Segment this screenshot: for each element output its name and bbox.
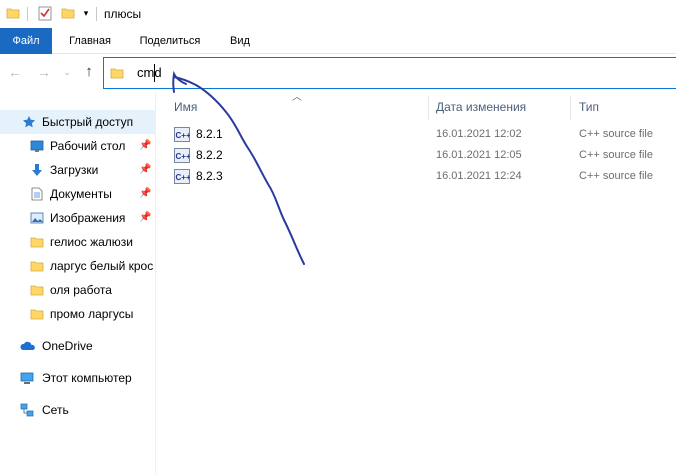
column-divider[interactable] bbox=[570, 96, 571, 120]
sidebar-item-label: Загрузки bbox=[50, 163, 99, 177]
folder-icon bbox=[30, 237, 44, 248]
back-arrow-icon[interactable]: ← bbox=[7, 64, 23, 80]
cloud-icon bbox=[20, 341, 35, 350]
tab-view[interactable]: Вид bbox=[220, 28, 260, 54]
folder-icon bbox=[30, 309, 44, 320]
folder-icon bbox=[30, 285, 44, 296]
star-icon bbox=[23, 116, 35, 128]
column-header-name[interactable]: Имя bbox=[174, 96, 197, 118]
navigation-bar: ← → ⌄ ↑ cmd bbox=[0, 54, 676, 92]
sidebar-item-label: Этот компьютер bbox=[42, 371, 132, 385]
tab-file[interactable]: Файл bbox=[0, 28, 52, 54]
sidebar-item-label: Рабочий стол bbox=[50, 139, 126, 153]
desktop-icon bbox=[30, 140, 44, 152]
tab-share[interactable]: Поделиться bbox=[130, 28, 210, 54]
sidebar-item-this-pc[interactable]: Этот компьютер bbox=[0, 366, 156, 390]
pictures-icon bbox=[30, 212, 44, 224]
sidebar-item-label: гелиос жалюзи bbox=[50, 235, 134, 249]
recent-locations-chevron-icon[interactable]: ⌄ bbox=[62, 64, 72, 80]
file-date: 16.01.2021 12:24 bbox=[436, 170, 522, 182]
file-date: 16.01.2021 12:05 bbox=[436, 149, 522, 161]
file-name: 8.2.2 bbox=[196, 148, 223, 162]
pin-icon[interactable]: 📌 bbox=[139, 134, 151, 158]
pin-icon[interactable]: 📌 bbox=[139, 158, 151, 182]
file-name: 8.2.1 bbox=[196, 127, 223, 141]
svg-text:C++: C++ bbox=[176, 131, 191, 140]
pin-icon[interactable]: 📌 bbox=[139, 182, 151, 206]
file-type: C++ source file bbox=[579, 128, 653, 140]
sort-chevron-up-icon: ︿ bbox=[292, 92, 302, 103]
sidebar-item-label: оля работа bbox=[50, 283, 112, 297]
network-icon bbox=[20, 403, 34, 417]
tab-home[interactable]: Главная bbox=[60, 28, 120, 54]
file-type: C++ source file bbox=[579, 149, 653, 161]
file-row[interactable]: C++ 8.2.2 16.01.2021 12:05 C++ source fi… bbox=[172, 145, 676, 166]
sidebar-item-label: ларгус белый крос bbox=[50, 259, 154, 273]
folder-icon bbox=[30, 261, 44, 272]
sidebar-item-pictures[interactable]: Изображения 📌 bbox=[0, 206, 156, 230]
file-row[interactable]: C++ 8.2.1 16.01.2021 12:02 C++ source fi… bbox=[172, 124, 676, 145]
sidebar-item-documents[interactable]: Документы 📌 bbox=[0, 182, 156, 206]
sidebar-item-folder[interactable]: гелиос жалюзи bbox=[0, 230, 156, 254]
sidebar-item-network[interactable]: Сеть bbox=[0, 398, 156, 422]
column-header-date[interactable]: Дата изменения bbox=[436, 96, 526, 118]
window-title: плюсы bbox=[104, 7, 142, 21]
text-caret bbox=[154, 64, 155, 82]
divider bbox=[27, 7, 28, 21]
sidebar-item-folder[interactable]: ларгус белый крос bbox=[0, 254, 156, 278]
file-row[interactable]: C++ 8.2.3 16.01.2021 12:24 C++ source fi… bbox=[172, 166, 676, 187]
sidebar-item-folder[interactable]: оля работа bbox=[0, 278, 156, 302]
sidebar-item-label: промо ларгусы bbox=[50, 307, 134, 321]
file-name: 8.2.3 bbox=[196, 169, 223, 183]
svg-text:C++: C++ bbox=[176, 173, 191, 182]
address-bar[interactable]: cmd bbox=[103, 57, 676, 89]
divider bbox=[96, 7, 97, 21]
downloads-icon bbox=[32, 164, 42, 176]
svg-text:C++: C++ bbox=[176, 152, 191, 161]
column-header-type[interactable]: Тип bbox=[579, 96, 599, 118]
sidebar-item-folder[interactable]: промо ларгусы bbox=[0, 302, 156, 326]
file-date: 16.01.2021 12:02 bbox=[436, 128, 522, 140]
navigation-pane: Быстрый доступ Рабочий стол 📌 Загрузки 📌… bbox=[0, 92, 156, 475]
folder-icon[interactable] bbox=[6, 6, 20, 20]
cpp-file-icon: C++ bbox=[174, 169, 190, 184]
pin-icon[interactable]: 📌 bbox=[139, 206, 151, 230]
sidebar-item-label: Документы bbox=[50, 187, 112, 201]
ribbon-tabs: Файл Главная Поделиться Вид bbox=[0, 28, 676, 54]
sidebar-item-label: Быстрый доступ bbox=[42, 115, 134, 129]
customize-toolbar-chevron-icon[interactable]: ▾ bbox=[81, 7, 91, 19]
new-folder-icon[interactable] bbox=[61, 6, 75, 20]
column-divider[interactable] bbox=[428, 96, 429, 120]
forward-arrow-icon[interactable]: → bbox=[36, 64, 52, 80]
sidebar-item-desktop[interactable]: Рабочий стол 📌 bbox=[0, 134, 156, 158]
cpp-file-icon: C++ bbox=[174, 148, 190, 163]
address-input[interactable]: cmd bbox=[137, 65, 162, 81]
properties-icon[interactable] bbox=[38, 5, 52, 21]
title-bar: ▾ плюсы bbox=[0, 0, 676, 28]
up-arrow-icon[interactable]: ↑ bbox=[81, 64, 97, 80]
sidebar-item-label: Изображения bbox=[50, 211, 126, 225]
cpp-file-icon: C++ bbox=[174, 127, 190, 142]
folder-icon bbox=[110, 68, 124, 79]
sidebar-item-downloads[interactable]: Загрузки 📌 bbox=[0, 158, 156, 182]
sidebar-item-onedrive[interactable]: OneDrive bbox=[0, 334, 156, 358]
sidebar-item-label: OneDrive bbox=[42, 339, 93, 353]
sidebar-item-label: Сеть bbox=[42, 403, 69, 417]
sidebar-item-quick-access[interactable]: Быстрый доступ bbox=[0, 110, 156, 134]
file-type: C++ source file bbox=[579, 170, 653, 182]
documents-icon bbox=[31, 187, 43, 201]
computer-icon bbox=[20, 372, 34, 384]
